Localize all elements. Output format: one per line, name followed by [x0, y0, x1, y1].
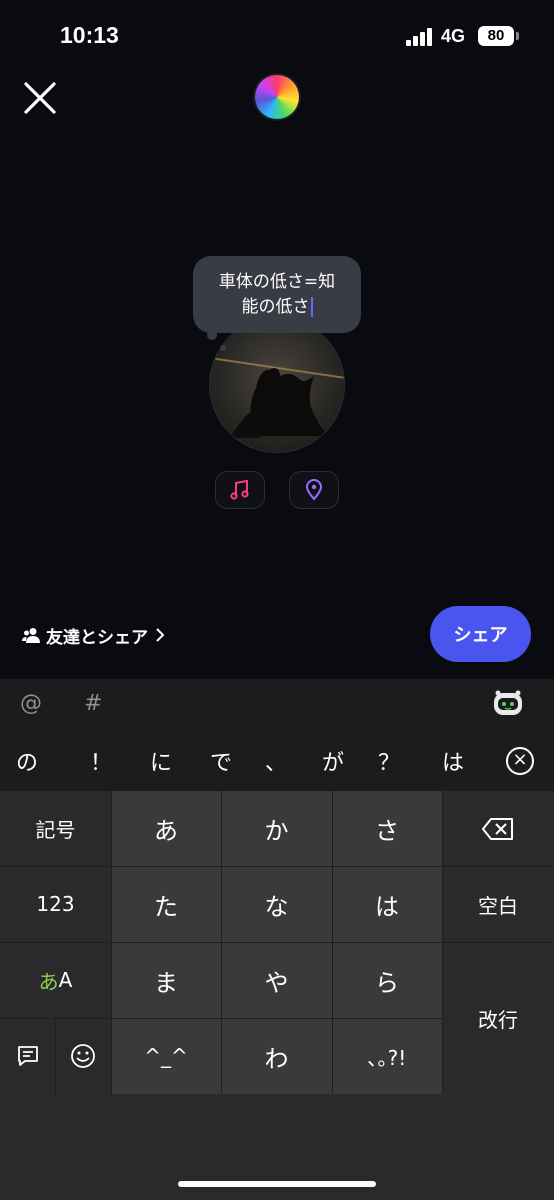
candidate-word[interactable]: が	[322, 745, 344, 777]
divider	[55, 1018, 56, 1094]
keyboard-toolbar: @ # の ！ に で 、 が ？ は ×	[0, 679, 554, 791]
candidate-word[interactable]: ？	[378, 745, 400, 777]
hash-key[interactable]: #	[84, 691, 102, 716]
key-ma[interactable]: ま	[111, 942, 221, 1018]
kana-label: あ	[38, 969, 59, 994]
divider	[0, 866, 554, 867]
alpha-label: A	[58, 968, 73, 992]
candidate-word[interactable]: に	[150, 745, 172, 777]
backspace-icon	[482, 817, 513, 840]
location-pin-icon	[305, 479, 323, 501]
candidate-word[interactable]: の	[16, 745, 38, 777]
candidate-word[interactable]: は	[442, 745, 464, 777]
dismiss-candidates-icon[interactable]: ×	[506, 747, 534, 775]
music-icon	[230, 479, 249, 500]
key-ka[interactable]: か	[221, 791, 332, 866]
smiley-icon	[71, 1044, 95, 1068]
candidate-word[interactable]: ！	[90, 745, 112, 777]
bubble-tail	[220, 345, 226, 351]
battery-icon: 80	[478, 26, 519, 46]
key-ya[interactable]: や	[221, 942, 332, 1018]
network-type: 4G	[441, 26, 466, 46]
bubble-text-line2: 能の低さ	[193, 295, 361, 320]
key-a[interactable]: あ	[111, 791, 221, 866]
music-button[interactable]	[215, 471, 265, 509]
at-key[interactable]: @	[20, 691, 42, 716]
status-time: 10:13	[60, 22, 119, 48]
status-note-bubble[interactable]: 車体の低さ=知 能の低さ	[193, 256, 361, 333]
share-button[interactable]: シェア	[430, 606, 531, 662]
key-ha[interactable]: は	[332, 866, 442, 942]
bubble-text-line1: 車体の低さ=知	[218, 272, 336, 292]
key-kigou[interactable]: 記号	[0, 791, 111, 866]
comment-key[interactable]	[0, 1018, 55, 1094]
chevron-right-icon	[156, 628, 165, 642]
divider	[221, 791, 222, 1094]
share-with-friends[interactable]: 友達とシェア	[22, 623, 166, 648]
enter-key[interactable]: 改行	[442, 942, 554, 1094]
divider	[442, 791, 443, 1094]
candidate-word[interactable]: 、	[265, 745, 287, 777]
punctuation-key[interactable]: ､｡?!	[332, 1018, 442, 1094]
candidate-word[interactable]: で	[210, 745, 232, 777]
emoticon-key[interactable]: ^_^	[111, 1018, 221, 1094]
key-sa[interactable]: さ	[332, 791, 442, 866]
backspace-key[interactable]	[442, 791, 554, 866]
bubble-text-line2-content: 能の低さ	[241, 297, 310, 317]
share-friends-label: 友達とシェア	[46, 627, 148, 648]
divider	[111, 791, 112, 1094]
key-na[interactable]: な	[221, 866, 332, 942]
location-button[interactable]	[289, 471, 339, 509]
key-123[interactable]: 123	[0, 866, 111, 942]
kana-toggle-key[interactable]: あA	[0, 942, 111, 1018]
emoji-key[interactable]	[55, 1018, 111, 1094]
status-bar: 10:13 4G 80	[0, 0, 554, 70]
bot-icon[interactable]	[492, 689, 524, 719]
silhouette-image	[210, 357, 344, 438]
space-key[interactable]: 空白	[442, 866, 554, 942]
key-ta[interactable]: た	[111, 866, 221, 942]
text-cursor	[310, 297, 313, 317]
key-ra[interactable]: ら	[332, 942, 442, 1018]
keyboard: @ # の ！ に で 、 が ？ は × 記号 あ か さ 123 た な は…	[0, 679, 554, 1200]
comment-icon	[17, 1046, 38, 1066]
divider	[332, 791, 333, 1094]
home-indicator[interactable]	[178, 1181, 376, 1187]
close-icon[interactable]	[22, 80, 58, 116]
avatar-photo	[209, 317, 345, 453]
signal-icon	[406, 28, 432, 46]
friends-icon	[22, 628, 40, 643]
divider	[0, 942, 554, 943]
key-wa[interactable]: わ	[221, 1018, 332, 1094]
color-picker-button[interactable]	[255, 75, 299, 119]
